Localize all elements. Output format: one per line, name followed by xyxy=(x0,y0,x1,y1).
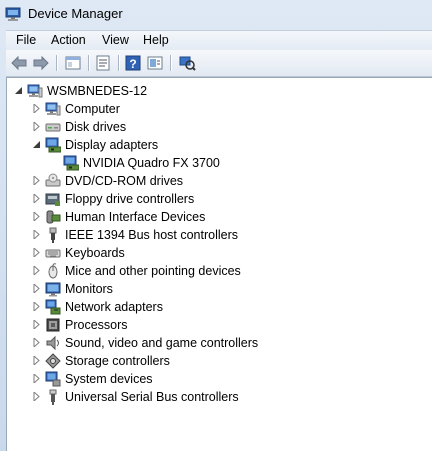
toolbar-separator xyxy=(170,55,172,71)
mouse-icon xyxy=(45,263,61,279)
tree-node[interactable]: System devices xyxy=(7,370,427,388)
expand-arrow-icon[interactable] xyxy=(33,230,41,239)
toolbar: ? xyxy=(6,50,432,77)
expand-arrow-icon[interactable] xyxy=(33,338,41,347)
expand-arrow-icon[interactable] xyxy=(33,392,41,401)
tree-node-label: Human Interface Devices xyxy=(65,210,206,224)
expand-arrow-icon[interactable] xyxy=(33,176,41,185)
floppy-controller-icon xyxy=(45,191,61,207)
tree-node-label: Mice and other pointing devices xyxy=(65,264,241,278)
hid-icon xyxy=(45,209,61,225)
computer-icon xyxy=(45,101,61,117)
tree-node[interactable]: Monitors xyxy=(7,280,427,298)
expand-arrow-icon[interactable] xyxy=(33,284,41,293)
tree-node-label: IEEE 1394 Bus host controllers xyxy=(65,228,239,242)
expand-arrow-icon[interactable] xyxy=(33,266,41,275)
tree-root-node[interactable]: WSMBNEDES-12 xyxy=(7,82,427,100)
device-manager-window: Device Manager File Action View Help ? W… xyxy=(0,0,432,451)
tree-node-label: Floppy drive controllers xyxy=(65,192,195,206)
toolbar-separator xyxy=(118,55,120,71)
tree-node[interactable]: DVD/CD-ROM drives xyxy=(7,172,427,190)
scan-hardware-icon[interactable] xyxy=(178,54,196,72)
tree-node[interactable]: Human Interface Devices xyxy=(7,208,427,226)
tree-node-label: Network adapters xyxy=(65,300,163,314)
tree-node-label: WSMBNEDES-12 xyxy=(47,84,148,98)
tree-node[interactable]: Keyboards xyxy=(7,244,427,262)
expand-arrow-icon[interactable] xyxy=(33,320,41,329)
monitor-icon xyxy=(45,281,61,297)
device-tree[interactable]: WSMBNEDES-12 Computer Disk drives Display a… xyxy=(6,77,432,451)
tree-node-label: Processors xyxy=(65,318,128,332)
processor-icon xyxy=(45,317,61,333)
sound-icon xyxy=(45,335,61,351)
tree-node-label: DVD/CD-ROM drives xyxy=(65,174,184,188)
tree-node[interactable]: Display adapters xyxy=(7,136,427,154)
toolbar-separator xyxy=(56,55,58,71)
expand-arrow-icon[interactable] xyxy=(33,194,41,203)
expand-arrow-icon[interactable] xyxy=(33,212,41,221)
collapse-arrow-icon[interactable] xyxy=(15,86,23,95)
title-bar[interactable]: Device Manager xyxy=(0,0,432,30)
update-driver-icon[interactable] xyxy=(146,54,164,72)
dvd-drive-icon xyxy=(45,173,61,189)
expand-arrow-icon[interactable] xyxy=(33,374,41,383)
back-arrow-icon[interactable] xyxy=(10,54,28,72)
toolbar-separator xyxy=(88,55,90,71)
tree-node-label: Disk drives xyxy=(65,120,127,134)
computer-icon xyxy=(27,83,43,99)
expand-arrow-icon[interactable] xyxy=(33,302,41,311)
tree-node-label: Universal Serial Bus controllers xyxy=(65,390,239,404)
menu-file[interactable]: File xyxy=(16,33,36,47)
tree-node-label: NVIDIA Quadro FX 3700 xyxy=(83,156,220,170)
network-adapter-icon xyxy=(45,299,61,315)
tree-node[interactable]: Processors xyxy=(7,316,427,334)
tree-node[interactable]: Floppy drive controllers xyxy=(7,190,427,208)
tree-node-label: Display adapters xyxy=(65,138,159,152)
tree-node[interactable]: Disk drives xyxy=(7,118,427,136)
tree-node[interactable]: Universal Serial Bus controllers xyxy=(7,388,427,406)
disk-drive-icon xyxy=(45,119,61,135)
tree-node-label: Computer xyxy=(65,102,120,116)
display-adapter-icon xyxy=(63,155,79,171)
ieee1394-icon xyxy=(45,227,61,243)
show-hide-tree-icon[interactable] xyxy=(64,54,82,72)
tree-node[interactable]: Computer xyxy=(7,100,427,118)
expand-arrow-icon[interactable] xyxy=(33,248,41,257)
window-title: Device Manager xyxy=(28,6,123,21)
tree-node-label: Storage controllers xyxy=(65,354,170,368)
tree-node[interactable]: Storage controllers xyxy=(7,352,427,370)
svg-text:?: ? xyxy=(129,57,136,71)
collapse-arrow-icon[interactable] xyxy=(33,140,41,149)
tree-node[interactable]: Sound, video and game controllers xyxy=(7,334,427,352)
system-devices-icon xyxy=(45,371,61,387)
tree-node-label: Monitors xyxy=(65,282,113,296)
expand-arrow-icon[interactable] xyxy=(33,356,41,365)
properties-icon[interactable] xyxy=(94,54,112,72)
tree-node[interactable]: IEEE 1394 Bus host controllers xyxy=(7,226,427,244)
tree-node-label: Keyboards xyxy=(65,246,125,260)
menu-view[interactable]: View xyxy=(102,33,129,47)
tree-node[interactable]: Network adapters xyxy=(7,298,427,316)
display-adapter-icon xyxy=(45,137,61,153)
expand-arrow-icon[interactable] xyxy=(33,122,41,131)
forward-arrow-icon[interactable] xyxy=(32,54,50,72)
usb-icon xyxy=(45,389,61,405)
storage-controller-icon xyxy=(45,353,61,369)
menu-help[interactable]: Help xyxy=(143,33,169,47)
menu-action[interactable]: Action xyxy=(51,33,86,47)
tree-node-label: Sound, video and game controllers xyxy=(65,336,259,350)
help-icon[interactable]: ? xyxy=(124,54,142,72)
device-manager-icon xyxy=(5,6,21,22)
tree-child-node[interactable]: NVIDIA Quadro FX 3700 xyxy=(7,154,427,172)
menu-bar: File Action View Help xyxy=(6,30,432,50)
keyboard-icon xyxy=(45,245,61,261)
tree-node-label: System devices xyxy=(65,372,153,386)
tree-node[interactable]: Mice and other pointing devices xyxy=(7,262,427,280)
expand-arrow-icon[interactable] xyxy=(33,104,41,113)
